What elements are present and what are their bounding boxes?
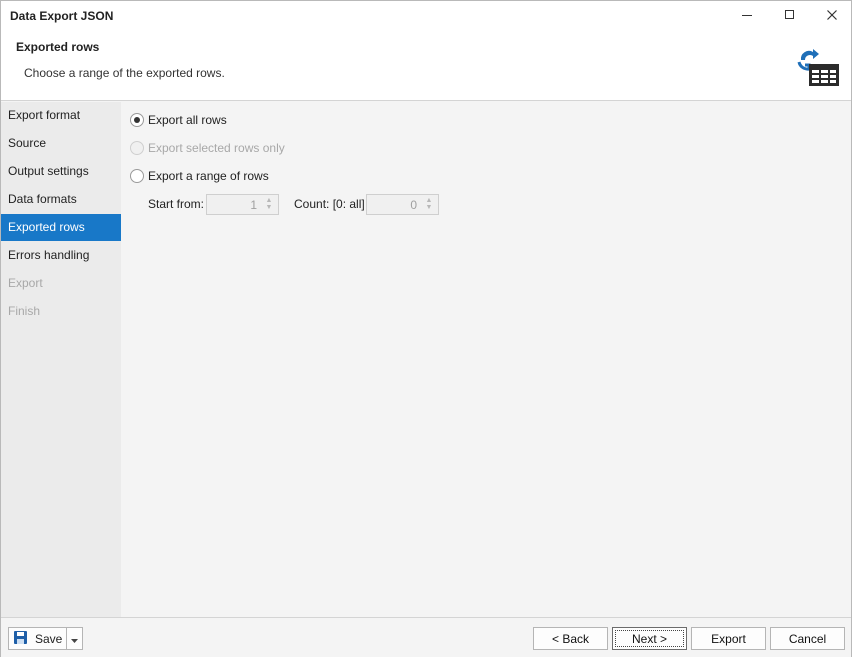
data-export-window: Data Export JSON Exported rows Choose a … [0, 0, 852, 657]
export-selected-rows-option: Export selected rows only [130, 139, 285, 157]
wizard-steps-sidebar: Export format Source Output settings Dat… [1, 102, 121, 617]
start-from-value: 1 [250, 198, 257, 212]
export-selected-rows-label: Export selected rows only [148, 141, 285, 155]
back-button[interactable]: < Back [533, 627, 608, 650]
start-from-spinner[interactable]: 1 ▲ ▼ [206, 194, 279, 215]
start-from-label: Start from: [148, 197, 205, 211]
window-title: Data Export JSON [10, 9, 114, 23]
maximize-icon [785, 9, 795, 23]
wizard-header: Exported rows Choose a range of the expo… [1, 31, 851, 101]
cancel-button[interactable]: Cancel [770, 627, 845, 650]
export-all-rows-radio[interactable] [130, 113, 144, 127]
sidebar-item-export: Export [8, 276, 43, 290]
sidebar-item-data-formats[interactable]: Data formats [1, 186, 121, 213]
export-selected-rows-radio [130, 141, 144, 155]
close-icon [827, 9, 837, 23]
save-button[interactable]: Save [9, 628, 66, 649]
count-spinner[interactable]: 0 ▲ ▼ [366, 194, 439, 215]
minimize-icon [742, 9, 752, 23]
save-split-button[interactable]: Save [8, 627, 83, 650]
sidebar-item-finish: Finish [8, 304, 41, 318]
page-title: Exported rows [16, 40, 100, 54]
spinner-arrows-icon: ▲ ▼ [425, 197, 433, 211]
save-dropdown-button[interactable] [66, 628, 82, 649]
export-all-rows-option[interactable]: Export all rows [130, 111, 227, 129]
title-bar: Data Export JSON [1, 1, 851, 31]
sidebar-item-errors-handling[interactable]: Errors handling [1, 242, 121, 269]
count-label: Count: [0: all] [294, 197, 365, 211]
export-button[interactable]: Export [691, 627, 766, 650]
maximize-button[interactable] [770, 1, 810, 31]
minimize-button[interactable] [727, 1, 767, 31]
chevron-down-icon [71, 632, 78, 646]
sidebar-item-output-settings[interactable]: Output settings [1, 158, 121, 185]
count-value: 0 [410, 198, 417, 212]
export-range-rows-label: Export a range of rows [148, 169, 269, 183]
sidebar-item-export-format[interactable]: Export format [1, 102, 121, 129]
export-table-icon [795, 44, 841, 88]
next-button[interactable]: Next > [612, 627, 687, 650]
save-label: Save [35, 631, 63, 646]
sidebar-item-source[interactable]: Source [1, 130, 121, 157]
sidebar-item-exported-rows[interactable]: Exported rows [1, 214, 121, 241]
export-range-rows-radio[interactable] [130, 169, 144, 183]
page-subtitle: Choose a range of the exported rows. [24, 66, 225, 80]
spinner-arrows-icon: ▲ ▼ [265, 197, 273, 211]
export-range-rows-option[interactable]: Export a range of rows [130, 167, 269, 185]
save-icon [14, 630, 27, 647]
close-button[interactable] [812, 1, 852, 31]
export-all-rows-label: Export all rows [148, 113, 227, 127]
exported-rows-panel: Export all rows Export selected rows onl… [121, 102, 851, 617]
wizard-footer: Save < Back Next > Export Cancel [1, 617, 851, 657]
